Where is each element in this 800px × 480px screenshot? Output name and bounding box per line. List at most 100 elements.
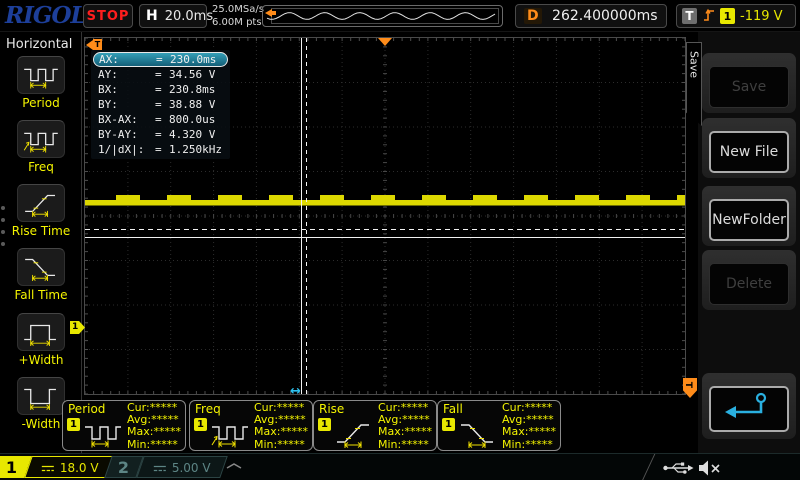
return-button[interactable] <box>709 386 789 432</box>
trigger-offscreen-label: T <box>93 39 102 50</box>
measure-cell-fall[interactable]: Fall 1 Cur:***** Avg:***** Max:***** Min… <box>437 400 561 451</box>
brand-logo: RIGOL <box>5 2 86 29</box>
trigger-position-marker-icon[interactable] <box>378 38 392 46</box>
usb-icon <box>662 460 694 480</box>
timebase-value: 20.0ms <box>165 9 213 24</box>
measure-sidebar: Horizontal Period Freq Rise Time Fall Ti… <box>0 32 82 453</box>
sample-rate: 25.0MSa/s <box>212 3 264 16</box>
channel1-scale: 18.0 V <box>60 460 99 474</box>
measure-cell-period[interactable]: Period 1 Cur:***** Avg:***** Max:***** M… <box>62 400 186 451</box>
trigger-offscreen-marker: T <box>86 39 102 50</box>
channel1-level-marker[interactable]: 1 <box>70 321 85 334</box>
cursor-b-horizontal[interactable] <box>85 229 685 230</box>
channel2-badge[interactable]: 2 5.00 V <box>104 456 227 478</box>
measure-channel-badge: 1 <box>318 418 331 431</box>
menu-tab-label: Save <box>688 51 701 78</box>
cursor-row-bxax: BX-AX: = 800.0us <box>93 112 228 127</box>
rise-time-icon <box>17 184 65 222</box>
sidebar-item-label: Rise Time <box>8 224 74 238</box>
freq-icon <box>209 418 251 452</box>
cursor-drag-handle-icon[interactable]: ↔ <box>290 384 301 395</box>
measure-channel-badge: 1 <box>442 418 455 431</box>
channel1-badge[interactable]: 1 18.0 V <box>0 456 116 478</box>
scroll-dots <box>1 198 6 254</box>
period-icon <box>17 56 65 94</box>
sidebar-item-period[interactable]: Period <box>8 56 74 110</box>
sidebar-item-label: Period <box>8 96 74 110</box>
measure-name: Fall <box>443 402 463 416</box>
sidebar-item-rise-time[interactable]: Rise Time <box>8 184 74 238</box>
save-button[interactable]: Save <box>709 66 789 108</box>
freq-icon <box>17 120 65 158</box>
measure-channel-badge: 1 <box>194 418 207 431</box>
cursor-row-byay: BY-AY: = 4.320 V <box>93 127 228 142</box>
fall-time-icon <box>457 418 499 452</box>
memory-depth: 6.00M pts <box>212 16 264 29</box>
sidebar-title: Horizontal <box>6 37 72 52</box>
cursor-row-ay: AY: = 34.56 V <box>93 67 228 82</box>
return-arrow-icon <box>718 389 780 429</box>
cursor-row-by: BY: = 38.88 V <box>93 97 228 112</box>
statusbar-divider <box>642 454 656 480</box>
rise-time-icon <box>333 418 375 452</box>
save-menu-panel: Save New File NewFolder Delete <box>698 32 800 480</box>
sidebar-item-freq[interactable]: Freq <box>8 120 74 174</box>
channel1-number: 1 <box>6 458 17 477</box>
top-status-bar: RIGOL STOP H 20.0ms 25.0MSa/s 6.00M pts … <box>0 0 800 32</box>
nwidth-icon <box>17 377 65 415</box>
horizontal-timebase-box[interactable]: H 20.0ms <box>139 4 207 28</box>
trigger-level-value: -119 V <box>740 9 783 24</box>
menu-slot: Save <box>702 53 796 113</box>
delay-offset-box[interactable]: D 262.400000ms <box>515 4 667 28</box>
waveform-preview-strip[interactable] <box>262 5 503 27</box>
left-arrow-icon <box>86 40 93 50</box>
delete-button[interactable]: Delete <box>709 263 789 305</box>
measure-name: Rise <box>319 402 344 416</box>
oscilloscope-screen: RIGOL STOP H 20.0ms 25.0MSa/s 6.00M pts … <box>0 0 800 480</box>
acquisition-info: 25.0MSa/s 6.00M pts <box>212 3 264 29</box>
run-state-indicator[interactable]: STOP <box>83 4 133 28</box>
cursor-a-vertical[interactable] <box>301 38 302 394</box>
delay-value: 262.400000ms <box>552 8 658 24</box>
measure-name: Period <box>68 402 105 416</box>
measure-name: Freq <box>195 402 221 416</box>
cursor-b-vertical[interactable] <box>306 38 307 394</box>
cursor-row-freq: 1/|dX|: = 1.250kHz <box>93 142 228 157</box>
trigger-label: T <box>682 8 697 24</box>
channel2-number: 2 <box>118 458 129 477</box>
cursor-a-horizontal[interactable] <box>85 237 685 238</box>
sidebar-item-pwidth[interactable]: +Width <box>8 313 74 367</box>
d-label: D <box>524 8 542 24</box>
trigger-level-marker[interactable]: T <box>683 378 697 398</box>
measure-cell-freq[interactable]: Freq 1 Cur:***** Avg:***** Max:***** Min… <box>189 400 313 451</box>
new-folder-button[interactable]: NewFolder <box>709 199 789 241</box>
channel-status-bar: 1 18.0 V 2 5.00 V <box>0 453 800 480</box>
menu-slot: Delete <box>702 250 796 310</box>
measure-stats: Cur:***** Avg:***** Max:***** Min:***** <box>127 402 181 451</box>
menu-slot: New File <box>702 118 796 178</box>
menu-tab-save[interactable]: Save <box>686 42 702 126</box>
fall-time-icon <box>17 248 65 286</box>
dc-coupling-icon <box>153 458 167 477</box>
period-icon <box>82 418 124 452</box>
measure-stats: Cur:***** Avg:***** Max:***** Min:***** <box>378 402 432 451</box>
menu-slot: NewFolder <box>702 186 796 246</box>
cursor-row-ax: AX: = 230.0ms <box>93 52 228 67</box>
graticule: ↔ T AX: = 230.0ms AY: = 34.56 V BX: = 23… <box>84 37 686 395</box>
sidebar-item-fall-time[interactable]: Fall Time <box>8 248 74 302</box>
trigger-level-label: T <box>683 382 693 388</box>
run-state-label: STOP <box>87 9 130 24</box>
preview-trigger-marker-icon <box>265 9 272 17</box>
cursor-row-bx: BX: = 230.8ms <box>93 82 228 97</box>
rising-edge-icon <box>702 6 715 27</box>
trigger-status-box[interactable]: T 1 -119 V <box>676 4 796 28</box>
channel2-scale: 5.00 V <box>172 460 211 474</box>
sidebar-item-label: +Width <box>8 353 74 367</box>
h-label: H <box>146 8 158 24</box>
pwidth-icon <box>17 313 65 351</box>
measure-channel-badge: 1 <box>67 418 80 431</box>
measure-cell-rise[interactable]: Rise 1 Cur:***** Avg:***** Max:***** Min… <box>313 400 437 451</box>
new-file-button[interactable]: New File <box>709 131 789 173</box>
dc-coupling-icon <box>41 458 55 477</box>
menu-handle-icon[interactable] <box>226 454 242 473</box>
